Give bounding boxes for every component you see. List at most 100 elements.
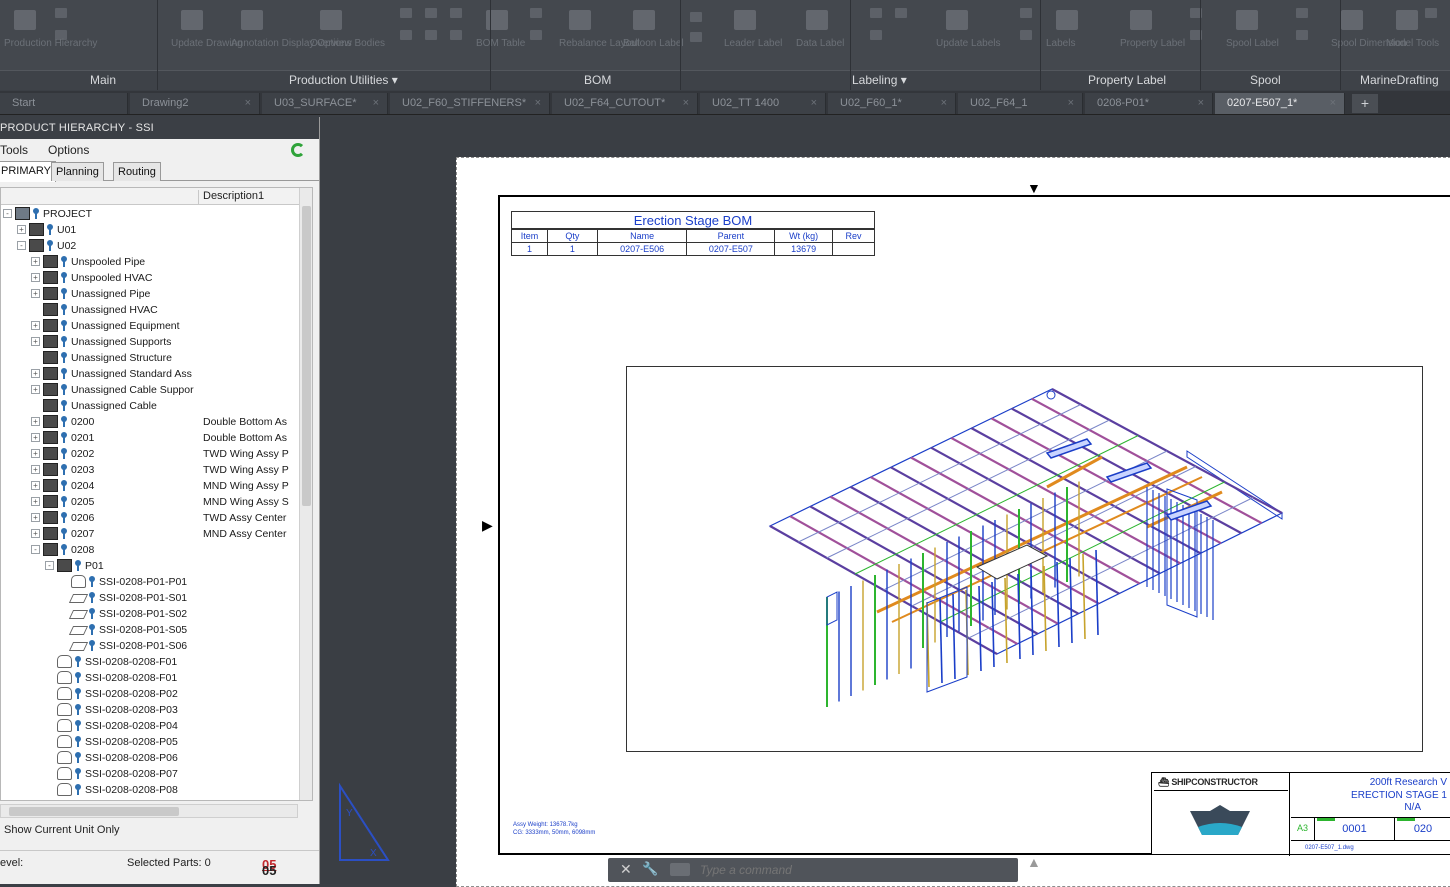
tree-node[interactable]: SSI-0208-P01-P01 xyxy=(1,574,299,590)
ribbon-small-button[interactable] xyxy=(690,32,702,42)
ribbon-button[interactable] xyxy=(1230,6,1264,36)
ribbon-small-button[interactable] xyxy=(425,30,437,40)
expand-icon[interactable]: + xyxy=(31,273,40,282)
tree-node[interactable]: - PROJECT xyxy=(1,206,299,222)
expand-icon[interactable]: + xyxy=(31,513,40,522)
expand-icon[interactable]: + xyxy=(31,529,40,538)
tree-node[interactable]: SSI-0208-0208-F01 xyxy=(1,654,299,670)
ribbon-small-button[interactable] xyxy=(690,12,702,22)
tree-node[interactable]: + Unspooled HVAC xyxy=(1,270,299,286)
tree-node[interactable]: + U01 xyxy=(1,222,299,238)
tree-node[interactable]: + Unassigned Standard Ass xyxy=(1,366,299,382)
panel-marinedrafting[interactable]: MarineDrafting xyxy=(1360,73,1439,87)
close-tab-icon[interactable]: × xyxy=(1330,97,1336,109)
doc-tab[interactable]: U02_F64_1 × xyxy=(958,93,1083,114)
tree-node[interactable]: + Unspooled Pipe xyxy=(1,254,299,270)
tree-node[interactable]: Unassigned HVAC xyxy=(1,302,299,318)
ribbon-small-button[interactable] xyxy=(450,30,462,40)
tree-node[interactable]: +0200 Double Bottom As xyxy=(1,414,299,430)
tree-node[interactable]: SSI-0208-0208-P06 xyxy=(1,750,299,766)
ribbon-button[interactable] xyxy=(627,6,661,36)
doc-tab[interactable]: U02_TT 1400 × xyxy=(700,93,826,114)
tree-node[interactable]: SSI-0208-P01-S02 xyxy=(1,606,299,622)
expand-icon[interactable]: + xyxy=(31,497,40,506)
panel-production-utilities[interactable]: Production Utilities ▾ xyxy=(289,73,398,87)
expand-icon[interactable]: + xyxy=(31,417,40,426)
menu-tools[interactable]: Tools xyxy=(0,143,28,157)
show-current-unit-checkbox[interactable]: Show Current Unit Only xyxy=(4,824,120,836)
tree-node[interactable]: SSI-0208-0208-F01 xyxy=(1,670,299,686)
expand-icon[interactable]: + xyxy=(31,257,40,266)
tree-node[interactable]: + Unassigned Supports xyxy=(1,334,299,350)
collapse-icon[interactable]: - xyxy=(17,241,26,250)
ribbon-small-button[interactable] xyxy=(1020,8,1032,18)
ribbon-small-button[interactable] xyxy=(1296,30,1308,40)
tree-node[interactable]: + Unassigned Cable Suppor xyxy=(1,382,299,398)
ribbon-small-button[interactable] xyxy=(895,8,907,18)
panel-bom[interactable]: BOM xyxy=(584,73,611,87)
model-viewport[interactable] xyxy=(626,366,1423,752)
drawing-canvas[interactable]: ▼ ▶ ▲ Erection Stage BOM Item Qty Name P… xyxy=(320,117,1450,887)
close-tab-icon[interactable]: × xyxy=(683,97,689,109)
tree-node[interactable]: SSI-0208-0208-P05 xyxy=(1,734,299,750)
panel-spool[interactable]: Spool xyxy=(1250,73,1281,87)
expand-icon[interactable]: + xyxy=(17,225,26,234)
ribbon-small-button[interactable] xyxy=(1296,8,1308,18)
ribbon-small-button[interactable] xyxy=(870,8,882,18)
close-tab-icon[interactable]: × xyxy=(1068,97,1074,109)
doc-tab[interactable]: U02_F60_1* × xyxy=(828,93,956,114)
tree-node[interactable]: + Unassigned Equipment xyxy=(1,318,299,334)
scroll-thumb[interactable] xyxy=(302,206,311,506)
doc-tab[interactable]: 0207-E507_1* × xyxy=(1215,93,1345,114)
ribbon-small-button[interactable] xyxy=(400,30,412,40)
doc-tab[interactable]: U02_F64_CUTOUT* × xyxy=(552,93,698,114)
tree-node[interactable]: SSI-0208-0208-P02 xyxy=(1,686,299,702)
close-tab-icon[interactable]: × xyxy=(373,97,379,109)
ribbon-small-button[interactable] xyxy=(55,8,67,18)
tree-node[interactable]: SSI-0208-0208-P07 xyxy=(1,766,299,782)
close-tab-icon[interactable]: × xyxy=(1198,97,1204,109)
tree-node[interactable]: +0202 TWD Wing Assy P xyxy=(1,446,299,462)
ribbon-button[interactable] xyxy=(480,6,514,36)
ribbon-button[interactable] xyxy=(314,6,348,36)
expand-icon[interactable]: + xyxy=(31,449,40,458)
doc-tab[interactable]: Drawing2 × xyxy=(130,93,260,114)
close-tab-icon[interactable]: × xyxy=(535,97,541,109)
customize-icon[interactable]: 🔧 xyxy=(642,861,658,877)
tree-node[interactable]: - U02 xyxy=(1,238,299,254)
ribbon-small-button[interactable] xyxy=(450,8,462,18)
panel-main[interactable]: Main xyxy=(90,73,116,87)
ribbon-button[interactable] xyxy=(1050,6,1084,36)
ribbon-small-button[interactable] xyxy=(55,30,67,40)
ribbon-small-button[interactable] xyxy=(1020,30,1032,40)
ribbon-small-button[interactable] xyxy=(870,30,882,40)
ribbon-small-button[interactable] xyxy=(530,30,542,40)
tree-node[interactable]: SSI-0208-0208-P03 xyxy=(1,702,299,718)
expand-icon[interactable]: + xyxy=(31,385,40,394)
tree-vertical-scrollbar[interactable] xyxy=(299,188,312,800)
collapse-icon[interactable]: - xyxy=(45,561,54,570)
tree-node[interactable]: - 0208 xyxy=(1,542,299,558)
panel-labeling[interactable]: Labeling ▾ xyxy=(852,73,907,87)
menu-options[interactable]: Options xyxy=(48,143,89,157)
tree-node[interactable]: +0201 Double Bottom As xyxy=(1,430,299,446)
tree-node[interactable]: SSI-0208-0208-P04 xyxy=(1,718,299,734)
ribbon-button[interactable] xyxy=(8,6,42,36)
scroll-thumb[interactable] xyxy=(9,807,179,816)
tree-node[interactable]: +0206 TWD Assy Center xyxy=(1,510,299,526)
doc-tab[interactable]: U02_F60_STIFFENERS* × xyxy=(390,93,550,114)
collapse-icon[interactable]: - xyxy=(31,545,40,554)
close-tab-icon[interactable]: × xyxy=(811,97,817,109)
ribbon-button[interactable] xyxy=(235,6,269,36)
tab-routing[interactable]: Routing xyxy=(113,162,161,181)
tab-planning[interactable]: Planning xyxy=(51,162,104,181)
ribbon-button[interactable] xyxy=(1124,6,1158,36)
tab-primary[interactable]: PRIMARY xyxy=(0,161,56,182)
ribbon-button[interactable] xyxy=(728,6,762,36)
close-command-icon[interactable]: ✕ xyxy=(620,861,632,878)
ribbon-button[interactable] xyxy=(563,6,597,36)
expand-icon[interactable]: + xyxy=(31,465,40,474)
expand-icon[interactable]: + xyxy=(31,433,40,442)
command-input[interactable] xyxy=(700,862,1000,878)
expand-icon[interactable]: + xyxy=(31,369,40,378)
